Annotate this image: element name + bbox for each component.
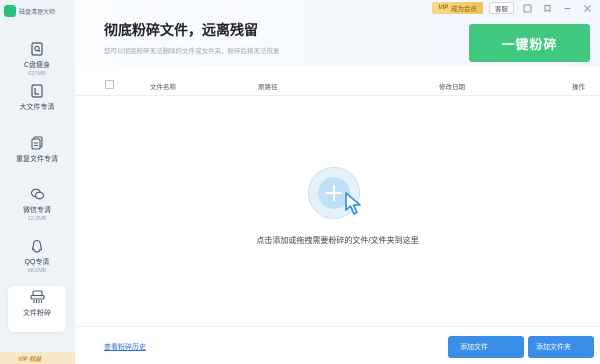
header: 彻底粉碎文件，远离残留 您可以彻底粉碎无法删除的文件或文件夹，粉碎后将无法恢复 … [75, 0, 600, 66]
vip-banner-label: VIP 权益 [18, 357, 42, 363]
page-subtitle: 您可以彻底粉碎无法删除的文件或文件夹，粉碎后将无法恢复 [104, 48, 280, 55]
sidebar-item-size: 627MB [28, 71, 46, 77]
select-all-checkbox[interactable] [105, 80, 114, 89]
sidebar-item-label: 重复文件专清 [16, 156, 58, 163]
drop-zone-hint: 点击添加或拖拽需要粉碎的文件/文件夹到这里 [256, 236, 419, 245]
close-icon[interactable] [580, 1, 594, 15]
app-title: 磁盘清理大师 [0, 0, 75, 22]
wechat-icon [29, 186, 45, 202]
page-title: 彻底粉碎文件，远离残留 [104, 22, 258, 38]
table-header: 文件名称 原路径 修改日期 操作 [75, 74, 600, 96]
feedback-icon[interactable] [520, 1, 534, 15]
become-member-label: 成为会员 [451, 6, 477, 13]
sidebar-item-label: QQ专清 [24, 259, 50, 266]
sidebar-item-label: 大文件专清 [19, 104, 55, 111]
footer-divider [75, 326, 600, 327]
duplicate-file-icon [29, 135, 45, 151]
column-header-action: 操作 [572, 84, 585, 91]
shredder-icon [29, 289, 45, 305]
sidebar-item-label: C盘瘦身 [23, 62, 51, 69]
app-logo-icon [4, 5, 16, 17]
column-header-name: 文件名称 [150, 84, 176, 91]
disk-search-icon [29, 41, 45, 57]
sidebar-item-label: 微信专清 [23, 207, 51, 214]
shred-now-button[interactable]: 一键粉碎 [469, 24, 590, 62]
add-files-button[interactable]: 添加文件 [448, 336, 524, 358]
sidebar-item-label: 文件粉碎 [23, 310, 51, 317]
sidebar-item-qq[interactable]: QQ专清 98.6MB [8, 235, 66, 281]
title-bar-controls: VIP 成为会员 客服 [432, 0, 600, 16]
sidebar-item-c-drive[interactable]: C盘瘦身 627MB [8, 38, 66, 84]
customer-service-button[interactable]: 客服 [489, 2, 514, 14]
settings-icon[interactable] [540, 1, 554, 15]
app-name: 磁盘清理大师 [19, 9, 56, 16]
become-member-button[interactable]: VIP 成为会员 [432, 2, 483, 14]
vip-mark: VIP [438, 5, 448, 11]
large-file-icon [29, 83, 45, 99]
column-header-date: 修改日期 [439, 84, 465, 91]
column-header-path: 原路径 [258, 84, 278, 91]
minimize-icon[interactable] [560, 1, 574, 15]
sidebar-item-size: 98.6MB [27, 268, 47, 274]
sidebar-item-large-files[interactable]: 大文件专清 [8, 80, 66, 126]
sidebar-item-duplicates[interactable]: 重复文件专清 [8, 132, 66, 178]
cursor-icon [343, 191, 367, 217]
add-folder-button[interactable]: 添加文件夹 [528, 336, 594, 358]
sidebar-item-shredder[interactable]: 文件粉碎 [8, 286, 66, 332]
sidebar: 磁盘清理大师 C盘瘦身 627MB 大文件专清 重复文件专清 微信专清 12.3… [0, 0, 75, 364]
qq-icon [29, 238, 45, 254]
sidebar-item-size: 12.3MB [27, 216, 47, 222]
sidebar-item-wechat[interactable]: 微信专清 12.3MB [8, 183, 66, 229]
shred-history-link[interactable]: 查看粉碎历史 [104, 342, 146, 352]
